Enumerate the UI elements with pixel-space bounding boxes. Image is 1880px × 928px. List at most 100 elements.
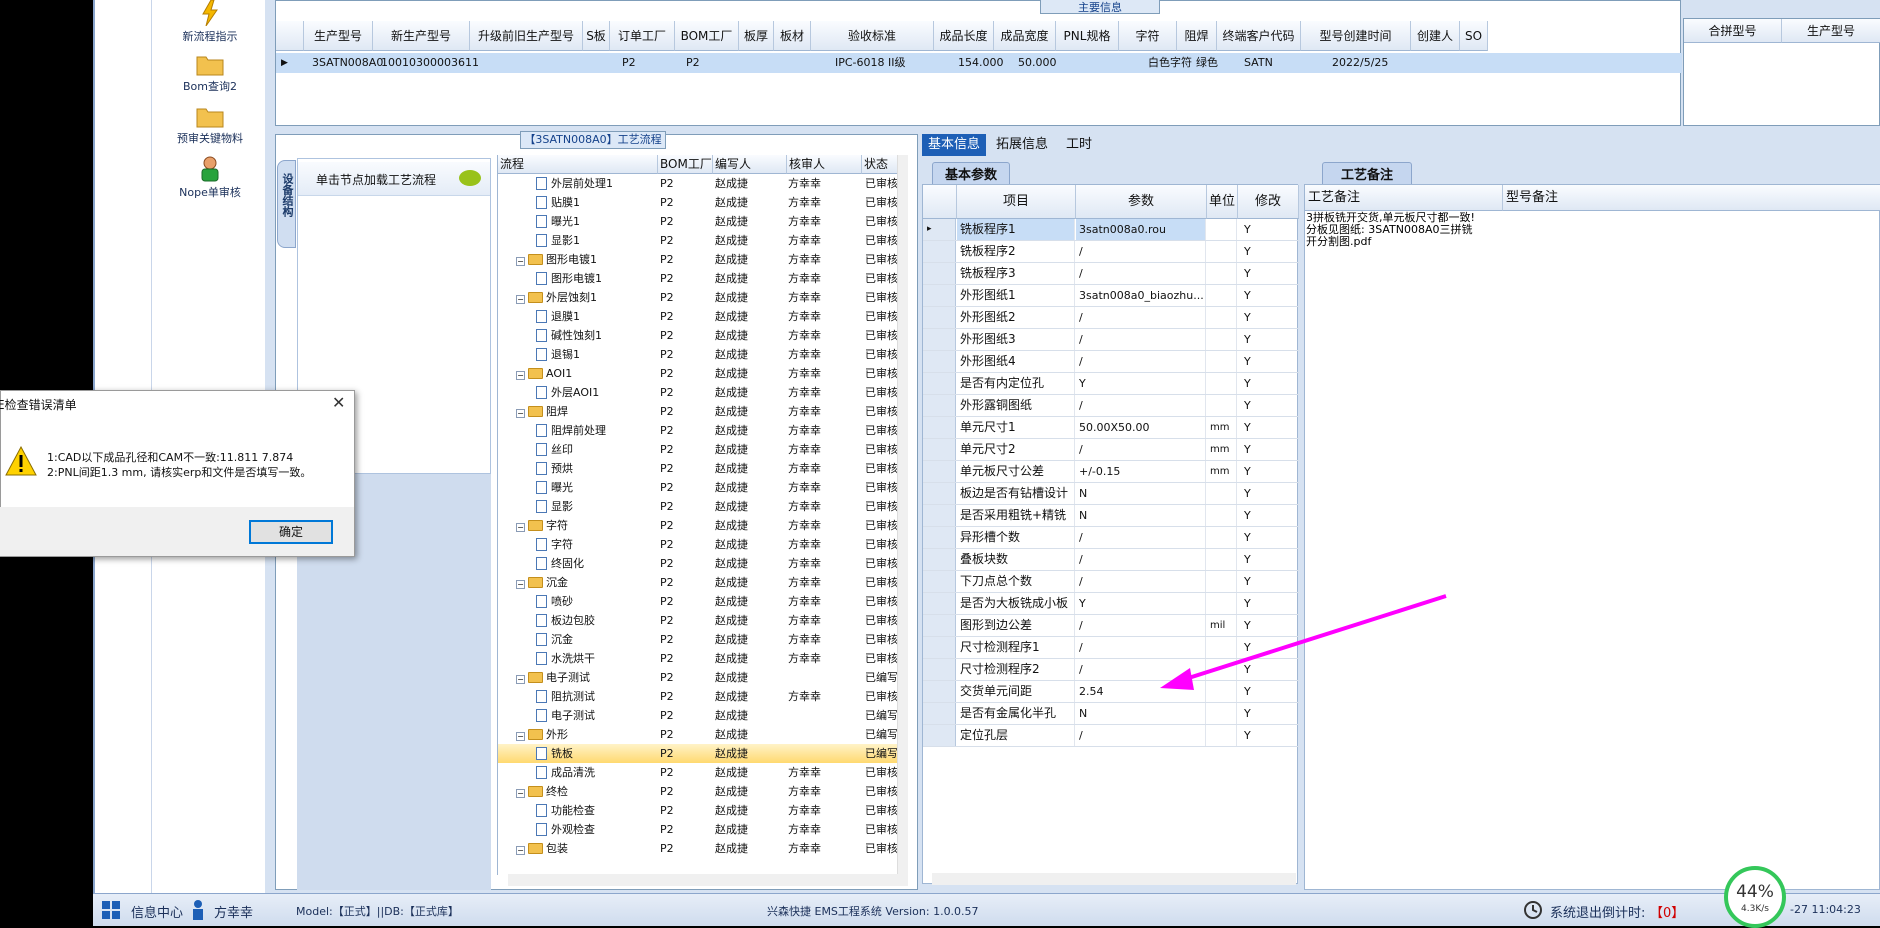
param-value[interactable]: / [1076, 351, 1206, 372]
param-value[interactable]: / [1076, 725, 1206, 746]
collapse-icon[interactable]: − [516, 295, 525, 304]
col-header[interactable]: BOM工厂 [675, 21, 739, 51]
collapse-icon[interactable]: − [516, 789, 525, 798]
tree-row[interactable]: 水洗烘干 P2 赵成捷 方幸幸 已审核 [498, 649, 908, 668]
param-row[interactable]: 单元板尺寸公差 +/-0.15 mm Y [923, 461, 1299, 483]
tree-row[interactable]: 功能检查 P2 赵成捷 方幸幸 已审核 [498, 801, 908, 820]
col-header[interactable]: 验收标准 [811, 21, 934, 51]
param-value[interactable]: N [1076, 703, 1206, 724]
param-value[interactable]: / [1076, 329, 1206, 350]
params-hscroll[interactable] [932, 873, 1296, 885]
col-header[interactable]: 生产型号 [1782, 19, 1880, 43]
col-header[interactable]: 生产型号 [304, 21, 373, 51]
param-value[interactable]: N [1076, 483, 1206, 504]
tree-row[interactable]: 字符 P2 赵成捷 方幸幸 已审核 [498, 535, 908, 554]
param-value[interactable]: +/-0.15 [1076, 461, 1206, 482]
tree-row[interactable]: 贴膜1 P2 赵成捷 方幸幸 已审核 [498, 193, 908, 212]
param-row[interactable]: 外形露铜图纸 / Y [923, 395, 1299, 417]
tree-row[interactable]: 丝印 P2 赵成捷 方幸幸 已审核 [498, 440, 908, 459]
nav-item-nope-audit[interactable]: Nope单审核 [155, 156, 265, 200]
col-header[interactable]: 升级前旧生产型号 [470, 21, 583, 51]
tree-row[interactable]: − AOI1 P2 赵成捷 方幸幸 已审核 [498, 364, 908, 383]
tree-row[interactable]: 电子测试 P2 赵成捷 已编写 [498, 706, 908, 725]
col-header[interactable]: SO [1460, 21, 1488, 51]
tree-row[interactable]: 铣板 P2 赵成捷 已编写 [498, 744, 908, 763]
param-row[interactable]: 板边是否有钻槽设计 N Y [923, 483, 1299, 505]
collapse-icon[interactable]: − [516, 732, 525, 741]
col-header[interactable]: 成品长度 [934, 21, 994, 51]
param-value[interactable]: / [1076, 571, 1206, 592]
tree-row[interactable]: 显影 P2 赵成捷 方幸幸 已审核 [498, 497, 908, 516]
tree-row[interactable]: − 阻焊 P2 赵成捷 方幸幸 已审核 [498, 402, 908, 421]
param-row[interactable]: 外形图纸2/ Y [923, 307, 1299, 329]
param-row[interactable]: 定位孔层 / Y [923, 725, 1299, 747]
tab-basic-info[interactable]: 基本信息 [922, 134, 987, 156]
tree-row[interactable]: − 图形电镀1 P2 赵成捷 方幸幸 已审核 [498, 250, 908, 269]
param-value[interactable]: / [1076, 527, 1206, 548]
param-row[interactable]: 叠板块数 / Y [923, 549, 1299, 571]
param-row[interactable]: 外形图纸3/ Y [923, 329, 1299, 351]
tree-row[interactable]: 外层前处理1 P2 赵成捷 方幸幸 已审核 [498, 174, 908, 193]
tree-row[interactable]: 阻焊前处理 P2 赵成捷 方幸幸 已审核 [498, 421, 908, 440]
tree-row[interactable]: 预烘 P2 赵成捷 方幸幸 已审核 [498, 459, 908, 478]
collapse-icon[interactable]: − [516, 675, 525, 684]
col-header[interactable]: BOM工厂 [658, 155, 713, 174]
collapse-icon[interactable]: − [516, 580, 525, 589]
col-header[interactable]: 订单工厂 [610, 21, 675, 51]
collapse-icon[interactable]: − [516, 371, 525, 380]
param-row[interactable]: 异形槽个数 / Y [923, 527, 1299, 549]
tree-row[interactable]: 成品清洗 P2 赵成捷 方幸幸 已审核 [498, 763, 908, 782]
param-value[interactable]: / [1076, 241, 1206, 262]
side-tab-equipment[interactable]: 设备结构 [277, 160, 296, 248]
nav-item-bom-query[interactable]: Bom查询2 [155, 52, 265, 94]
flow-tree-hscroll[interactable] [508, 874, 908, 886]
param-row[interactable]: 铣板程序2/ Y [923, 241, 1299, 263]
col-header[interactable]: 新生产型号 [373, 21, 470, 51]
nav-item-new-flow[interactable]: 新流程指示 [155, 0, 265, 44]
tree-row[interactable]: 退膜1 P2 赵成捷 方幸幸 已审核 [498, 307, 908, 326]
col-header[interactable]: 板材 [774, 21, 811, 51]
col-header[interactable]: 工艺备注 [1305, 185, 1503, 211]
param-value[interactable]: 50.00X50.00 [1076, 417, 1206, 438]
col-header[interactable]: 型号创建时间 [1301, 21, 1411, 51]
collapse-icon[interactable]: − [516, 257, 525, 266]
col-header[interactable]: 字符 [1119, 21, 1177, 51]
tree-row[interactable]: 外观检查 P2 赵成捷 方幸幸 已审核 [498, 820, 908, 839]
tree-row[interactable]: − 字符 P2 赵成捷 方幸幸 已审核 [498, 516, 908, 535]
collapse-icon[interactable]: − [516, 409, 525, 418]
param-row[interactable]: 铣板程序3/ Y [923, 263, 1299, 285]
info-center-link[interactable]: 信息中心 [131, 902, 183, 921]
tree-row[interactable]: 图形电镀1 P2 赵成捷 方幸幸 已审核 [498, 269, 908, 288]
tree-row[interactable]: 喷砂 P2 赵成捷 方幸幸 已审核 [498, 592, 908, 611]
table-row[interactable]: ▶ 3SATN008A0 10010300003611 P2 P2 IPC-60… [276, 53, 1682, 73]
tree-row[interactable]: − 外层蚀刻1 P2 赵成捷 方幸幸 已审核 [498, 288, 908, 307]
tree-row[interactable]: 显影1 P2 赵成捷 方幸幸 已审核 [498, 231, 908, 250]
param-value[interactable]: N [1076, 505, 1206, 526]
tab-extended-info[interactable]: 拓展信息 [990, 134, 1054, 156]
col-header[interactable]: 板厚 [739, 21, 774, 51]
tree-row[interactable]: 沉金 P2 赵成捷 方幸幸 已审核 [498, 630, 908, 649]
col-header[interactable]: 流程 [498, 155, 658, 174]
param-value[interactable]: / [1076, 307, 1206, 328]
tree-row[interactable]: 终固化 P2 赵成捷 方幸幸 已审核 [498, 554, 908, 573]
tree-row[interactable]: 退锡1 P2 赵成捷 方幸幸 已审核 [498, 345, 908, 364]
col-header[interactable]: 项目 [957, 185, 1076, 219]
param-value[interactable]: 3satn008a0.rou [1076, 219, 1206, 240]
flow-tree-vscroll[interactable] [897, 155, 908, 875]
tree-row[interactable]: 板边包胶 P2 赵成捷 方幸幸 已审核 [498, 611, 908, 630]
process-note-text[interactable]: 3拼板铣开交货,单元板尺寸都一致! 分板见图纸: 3SATN008A0三拼铣开分… [1306, 212, 1480, 248]
ok-button[interactable]: 确定 [249, 520, 333, 544]
collapse-icon[interactable]: − [516, 523, 525, 532]
col-header[interactable]: 参数 [1076, 185, 1207, 219]
col-header[interactable]: 修改 [1238, 185, 1299, 219]
tab-work-hours[interactable]: 工时 [1060, 134, 1098, 156]
col-header[interactable]: 终端客户代码 [1217, 21, 1301, 51]
param-value[interactable]: / [1076, 439, 1206, 460]
nav-item-preaudit[interactable]: 预审关键物料 [155, 104, 265, 146]
tree-row[interactable]: 碱性蚀刻1 P2 赵成捷 方幸幸 已审核 [498, 326, 908, 345]
param-value[interactable]: / [1076, 549, 1206, 570]
param-value[interactable]: / [1076, 263, 1206, 284]
col-header[interactable]: 型号备注 [1503, 185, 1880, 211]
tree-row[interactable]: − 包装 P2 赵成捷 方幸幸 已审核 [498, 839, 908, 858]
param-value[interactable]: Y [1076, 373, 1206, 394]
